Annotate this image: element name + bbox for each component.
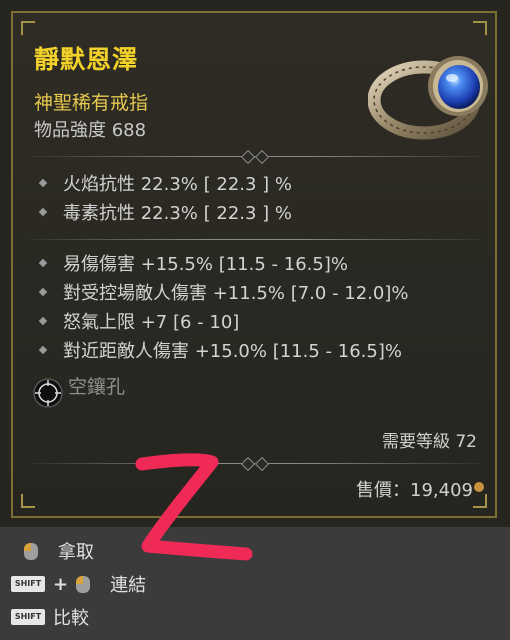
- item-name: 靜默恩澤: [34, 45, 139, 74]
- left-click-icon: [76, 575, 91, 593]
- resistance-list: 火焰抗性 22.3% [ 22.3 ] % 毒素抗性 22.3% [ 22.3 …: [38, 168, 292, 226]
- empty-socket-icon: [33, 378, 63, 408]
- link-label: 連結: [110, 575, 147, 596]
- left-click-icon: [24, 542, 38, 560]
- shift-key-icon: SHIFT: [11, 609, 45, 625]
- plus-sign: +: [53, 573, 69, 595]
- frame-corner-icon: [473, 21, 487, 35]
- list-item: 火焰抗性 22.3% [ 22.3 ] %: [38, 168, 292, 197]
- list-item: 易傷傷害 +15.5% [11.5 - 16.5]%: [38, 248, 409, 277]
- list-item: 對受控場敵人傷害 +11.5% [7.0 - 12.0]%: [38, 277, 409, 306]
- compare-action[interactable]: SHIFT 比較: [11, 604, 89, 630]
- compare-label: 比較: [53, 608, 89, 629]
- bullet-icon: [38, 258, 48, 267]
- list-item: 怒氣上限 +7 [6 - 10]: [38, 306, 409, 335]
- ring-icon: [368, 56, 488, 140]
- frame-corner-icon: [21, 21, 35, 35]
- bullet-icon: [38, 316, 48, 325]
- frame-corner-icon: [21, 494, 35, 508]
- sell-price: 售價：19,409: [356, 480, 473, 501]
- take-action[interactable]: 拿取: [24, 538, 94, 564]
- bullet-icon: [38, 178, 48, 187]
- list-item: 毒素抗性 22.3% [ 22.3 ] %: [38, 197, 292, 226]
- frame-corner-icon: [473, 494, 487, 508]
- socket-label: 空鑲孔: [68, 376, 126, 398]
- item-power: 物品強度 688: [34, 120, 147, 141]
- item-type: 神聖稀有戒指: [34, 92, 149, 114]
- required-level: 需要等級 72: [381, 432, 477, 452]
- bullet-icon: [38, 345, 48, 354]
- section-divider: [30, 149, 480, 165]
- list-item: 對近距敵人傷害 +15.0% [11.5 - 16.5]%: [38, 335, 409, 364]
- section-divider: [30, 233, 480, 247]
- take-label: 拿取: [58, 542, 94, 563]
- affix-list: 易傷傷害 +15.5% [11.5 - 16.5]% 對受控場敵人傷害 +11.…: [38, 248, 409, 364]
- bullet-icon: [38, 287, 48, 296]
- shift-key-icon: SHIFT: [11, 576, 45, 592]
- gold-coin-icon: [474, 482, 484, 492]
- item-tooltip: 靜默恩澤 神聖稀有戒指 物品強度 688 火焰抗性 22.3% [ 22.3]…: [0, 0, 510, 527]
- link-action[interactable]: SHIFT + 連結: [11, 571, 146, 597]
- bullet-icon: [38, 207, 48, 216]
- annotation-z: [135, 453, 253, 561]
